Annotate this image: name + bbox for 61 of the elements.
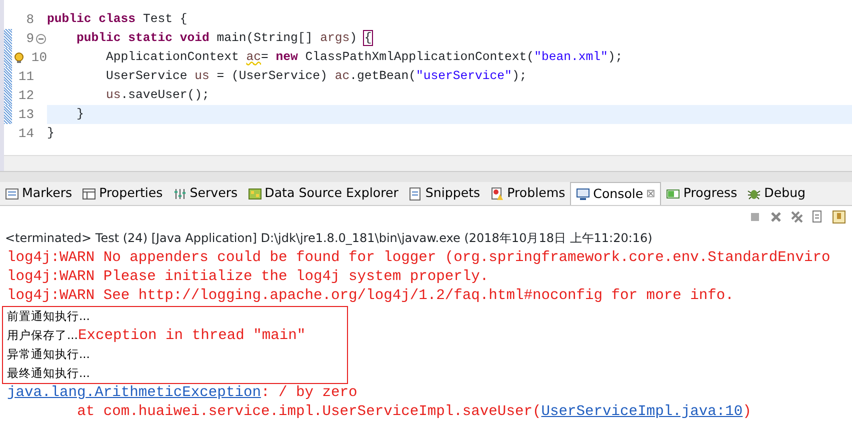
progress-icon (666, 186, 680, 200)
console-text: 异常通知执行... (7, 347, 90, 361)
datasource-icon (248, 186, 262, 200)
console-text: Exception in thread "main" (78, 328, 306, 344)
view-tab[interactable]: Data Source Explorer (242, 182, 404, 205)
servers-icon (172, 186, 187, 200)
line-number: 11 (17, 68, 34, 86)
code-line: us.saveUser(); (105, 87, 210, 104)
view-tab[interactable]: Snippets (403, 182, 486, 205)
tab-label: Markers (22, 184, 72, 202)
console-link[interactable]: UserServiceImpl.java:10 (541, 404, 743, 420)
problems-icon (490, 186, 504, 200)
view-tab[interactable]: Console ⊠ (570, 182, 662, 205)
console-text: 前置通知执行... (7, 309, 90, 323)
code-line: public class Test { (47, 11, 188, 28)
code-line: public static void main(String[] args) { (76, 30, 372, 47)
properties-icon (82, 186, 96, 200)
line-number: 9 (25, 30, 34, 48)
remove-all-icon[interactable] (790, 210, 804, 224)
line-number: 8 (25, 11, 34, 29)
tab-label: Data Source Explorer (264, 184, 398, 202)
console-link[interactable]: java.lang.ArithmeticException (7, 385, 261, 401)
code-line: UserService us = (UserService) ac.getBean("userService"); (105, 68, 527, 85)
pin-icon[interactable] (832, 210, 846, 224)
code-text: } (76, 106, 84, 123)
console-text: at com.huaiwei.service.impl.UserServiceImpl.saveUser( (76, 404, 542, 420)
tab-label: Problems (507, 184, 566, 202)
view-tab[interactable]: Progress (661, 182, 742, 205)
console-text: 用户保存了... (7, 328, 78, 342)
line-number: 14 (17, 125, 34, 143)
console-text: 最终通知执行... (7, 366, 90, 380)
tab-label: Servers (190, 184, 238, 202)
console-status: <terminated> Test (24) [Java Application] D:\jdk\jre1.8.0_181\bin\javaw.exe (2018年10月18日 上午11:20:16) (4, 230, 654, 247)
tab-label: Console (593, 184, 644, 203)
console-text: ) (742, 404, 752, 420)
view-tab[interactable]: Problems (485, 182, 570, 205)
close-icon[interactable]: ⊠ (646, 186, 656, 202)
console-text: log4j:WARN See http://logging.apache.org/log4j/1.2/faq.html#noconfig for more info. (7, 288, 734, 304)
console-text: log4j:WARN No appenders could be found for logger (org.springframework.core.env.StandardEnviro (7, 250, 830, 266)
line-number: 12 (17, 87, 34, 105)
tab-label: Snippets (425, 184, 480, 202)
fold-icon[interactable] (35, 32, 47, 44)
horizontal-scrollbar[interactable] (4, 155, 852, 171)
view-tab[interactable]: Debug (742, 182, 811, 205)
console-text: log4j:WARN Please initialize the log4j system properly. (7, 269, 489, 285)
view-tab[interactable]: Markers (0, 182, 78, 205)
line-number: 13 (17, 106, 34, 124)
line-number: 10 (30, 49, 47, 67)
remove-icon[interactable] (769, 210, 783, 224)
snippets-icon (408, 186, 422, 200)
code-line: } (47, 125, 54, 142)
console-icon (576, 187, 590, 201)
tab-label: Debug (764, 184, 806, 202)
stop-icon[interactable] (748, 210, 762, 224)
view-tab[interactable]: Properties (77, 182, 168, 205)
console-text: : / by zero (260, 385, 358, 401)
tab-label: Progress (683, 184, 738, 202)
markers-icon (5, 186, 19, 200)
view-tab[interactable]: Servers (168, 182, 243, 205)
tab-label: Properties (99, 184, 163, 202)
code-line: ApplicationContext ac= new ClassPathXmlApplicationContext("bean.xml"); (105, 49, 623, 66)
